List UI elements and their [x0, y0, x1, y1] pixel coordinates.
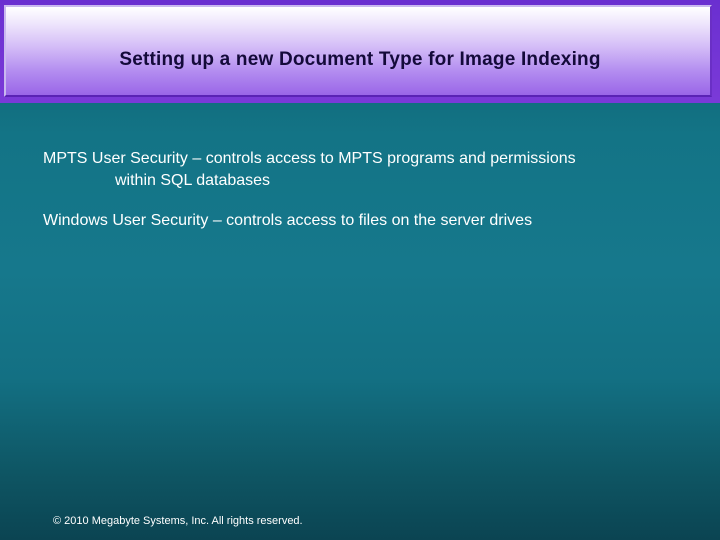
bullet-text: Windows User Security – controls access … [43, 212, 533, 229]
slide-title: Setting up a new Document Type for Image… [119, 49, 601, 70]
slide-content: MPTS User Security – controls access to … [43, 148, 683, 250]
bullet-text: MPTS User Security – controls access to … [43, 150, 576, 167]
copyright-footer: © 2010 Megabyte Systems, Inc. All rights… [53, 515, 303, 527]
bullet-mpts-user-security: MPTS User Security – controls access to … [43, 148, 683, 192]
bullet-windows-user-security: Windows User Security – controls access … [43, 210, 683, 232]
bullet-text-continuation: within SQL databases [115, 172, 271, 189]
